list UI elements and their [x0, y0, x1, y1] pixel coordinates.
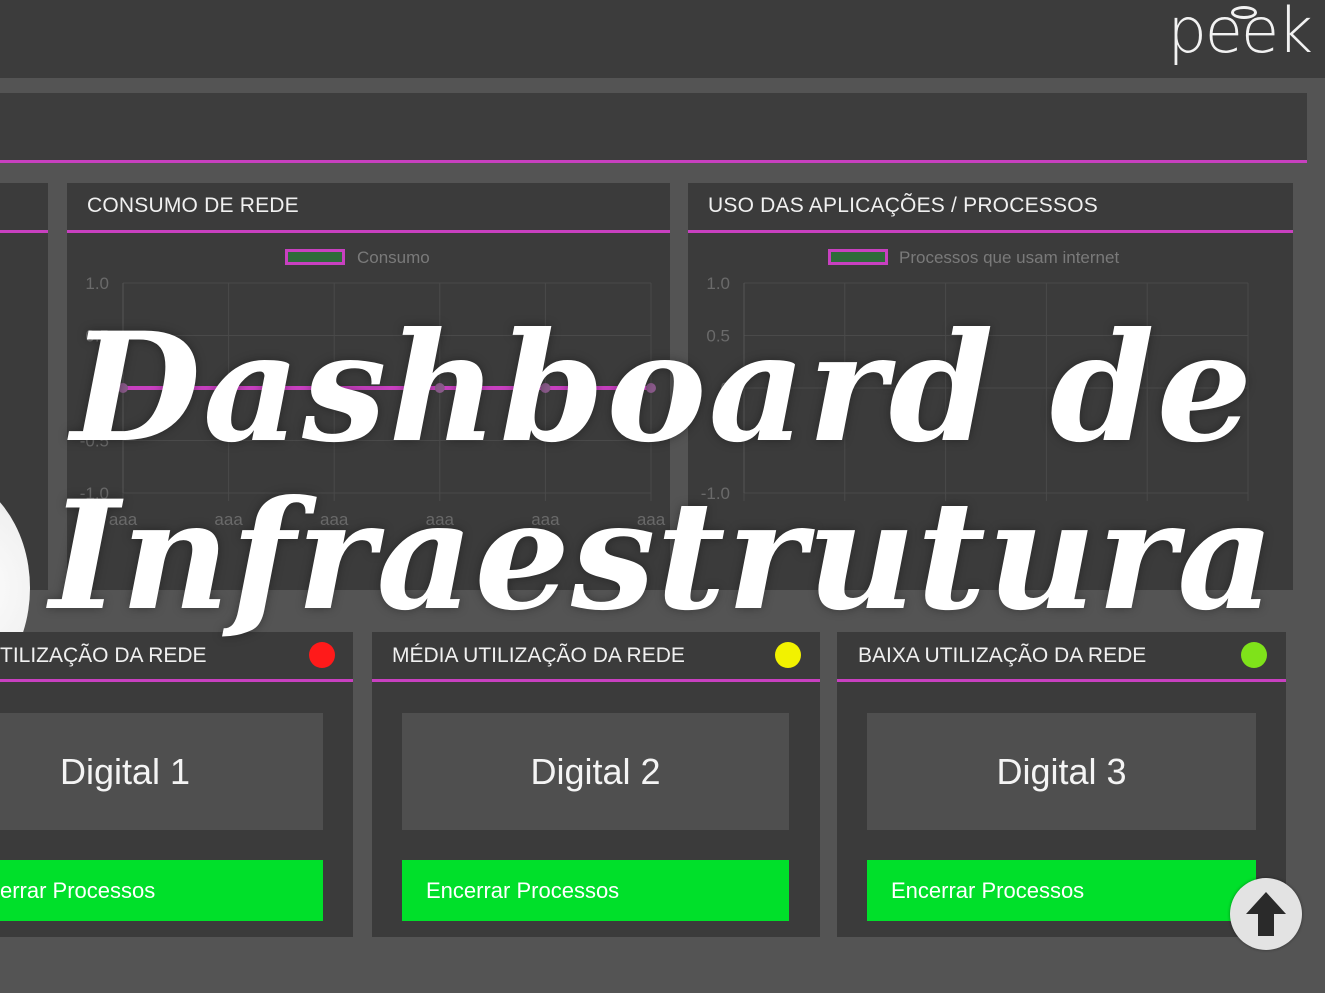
- status-dot-yellow: [775, 642, 801, 668]
- top-bar: peek: [0, 0, 1325, 78]
- network-consumption-chart: 1.00.50-0.5-1.0aaa aaa aaa aaa aaa aaa: [80, 274, 666, 529]
- y-tick-label: -1.0: [80, 484, 109, 503]
- digital-display: Digital 1: [0, 713, 323, 830]
- x-tick-label: aaa: [109, 510, 138, 529]
- y-tick-label: 1.0: [85, 274, 109, 293]
- data-point: [118, 383, 128, 393]
- left-panel: [0, 183, 48, 703]
- dashboard-screen: peek CONSUMO DE REDE Consumo 1.0 0.5 0 -0.5…: [0, 0, 1325, 993]
- header-divider: [0, 160, 1307, 163]
- medium-usage-card: MÉDIA UTILIZAÇÃO DA REDE Digital 2 Encer…: [372, 632, 820, 937]
- card-title: BAIXA UTILIZAÇÃO DA REDE: [858, 644, 1147, 667]
- digital-display: Digital 2: [402, 713, 789, 830]
- x-tick-label: aaa: [320, 510, 349, 529]
- scroll-to-top-button[interactable]: [1230, 878, 1302, 950]
- apps-processes-panel: USO DAS APLICAÇÕES / PROCESSOS Processos…: [688, 183, 1293, 590]
- data-point: [223, 383, 234, 393]
- x-tick-label: aaa: [531, 510, 560, 529]
- end-processes-button[interactable]: Encerrar Processos: [867, 860, 1256, 921]
- card-title: MÉDIA UTILIZAÇÃO DA REDE: [392, 644, 685, 667]
- data-point: [329, 383, 340, 393]
- apps-processes-chart: 1.0 0.5 0 -1.0: [701, 274, 1249, 503]
- y-tick-label: 0: [100, 379, 109, 398]
- y-tick-label: 0.5: [706, 327, 730, 346]
- data-point: [434, 383, 445, 393]
- data-point: [646, 383, 656, 393]
- status-dot-red: [309, 642, 335, 668]
- network-consumption-panel: CONSUMO DE REDE Consumo 1.0 0.5 0 -0.5 -1.0 a…: [67, 183, 670, 590]
- card-divider: [837, 679, 1286, 682]
- x-tick-label: aaa: [637, 510, 666, 529]
- y-tick-label: 1.0: [706, 274, 730, 293]
- x-tick-label: aaa: [426, 510, 455, 529]
- high-usage-card: TILIZAÇÃO DA REDE Digital 1 errar Proces…: [0, 632, 353, 937]
- y-tick-label: 0: [721, 379, 730, 398]
- y-tick-label: 0.5: [85, 327, 109, 346]
- x-tick-label: aaa: [214, 510, 243, 529]
- arrow-up-icon: [1246, 892, 1286, 936]
- card-title: TILIZAÇÃO DA REDE: [0, 644, 207, 667]
- dashboard-header: [0, 93, 1307, 161]
- end-processes-button[interactable]: errar Processos: [0, 860, 323, 921]
- card-divider: [0, 679, 353, 682]
- digital-display: Digital 3: [867, 713, 1256, 830]
- status-dot-green: [1241, 642, 1267, 668]
- y-tick-label: -0.5: [80, 432, 109, 451]
- low-usage-card: BAIXA UTILIZAÇÃO DA REDE Digital 3 Encer…: [837, 632, 1286, 937]
- logo[interactable]: peek: [1167, 0, 1313, 67]
- end-processes-button[interactable]: Encerrar Processos: [402, 860, 789, 921]
- left-panel-divider: [0, 230, 48, 233]
- data-point: [540, 383, 551, 393]
- y-tick-label: -1.0: [701, 484, 730, 503]
- card-divider: [372, 679, 820, 682]
